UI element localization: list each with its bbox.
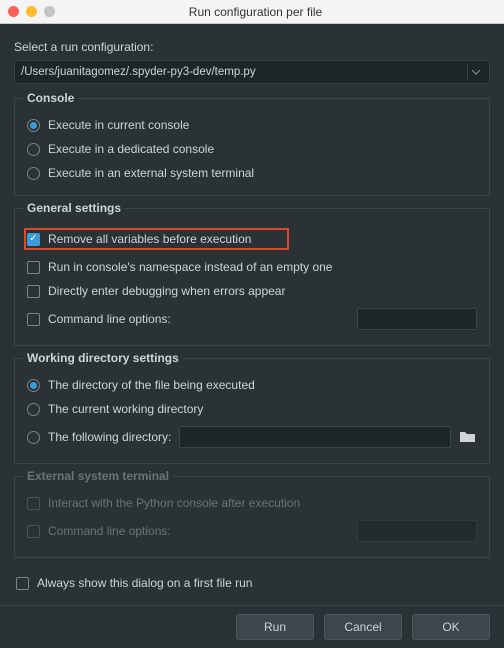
- radio-icon: [27, 379, 40, 392]
- ok-button[interactable]: OK: [412, 614, 490, 640]
- radio-file-dir[interactable]: The directory of the file being executed: [27, 373, 477, 397]
- checkbox-interact-row: Interact with the Python console after e…: [27, 491, 477, 515]
- checkbox-icon: [27, 525, 40, 538]
- radio-icon: [27, 119, 40, 132]
- ext-cmdline-input: [357, 520, 477, 542]
- checkbox-label: Always show this dialog on a first file …: [37, 576, 252, 590]
- checkbox-label: Remove all variables before execution: [48, 232, 251, 246]
- checkbox-namespace-row[interactable]: Run in console's namespace instead of an…: [27, 255, 477, 279]
- radio-label: The directory of the file being executed: [48, 378, 255, 392]
- select-label: Select a run configuration:: [14, 40, 490, 54]
- checkbox-ext-cmdline-row: Command line options:: [27, 515, 477, 547]
- highlight-box: Remove all variables before execution: [24, 228, 289, 250]
- external-group: External system terminal Interact with t…: [14, 476, 490, 558]
- general-group: General settings Remove all variables be…: [14, 208, 490, 346]
- checkbox-remove-vars[interactable]: [27, 233, 40, 246]
- run-button[interactable]: Run: [236, 614, 314, 640]
- checkbox-always-show-row[interactable]: Always show this dialog on a first file …: [14, 570, 490, 604]
- dropdown-value: /Users/juanitagomez/.spyder-py3-dev/temp…: [21, 66, 467, 78]
- cancel-button[interactable]: Cancel: [324, 614, 402, 640]
- checkbox-label: Run in console's namespace instead of an…: [48, 260, 332, 274]
- chevron-down-icon: [467, 64, 483, 80]
- console-title: Console: [23, 91, 78, 105]
- radio-following-dir[interactable]: [27, 431, 40, 444]
- run-config-dropdown[interactable]: /Users/juanitagomez/.spyder-py3-dev/temp…: [14, 60, 490, 84]
- checkbox-cmdline-row: Command line options:: [27, 303, 477, 335]
- radio-icon: [27, 403, 40, 416]
- radio-label: The following directory:: [48, 430, 171, 444]
- checkbox-icon: [27, 261, 40, 274]
- checkbox-icon: [27, 497, 40, 510]
- checkbox-icon: [16, 577, 29, 590]
- radio-external-terminal[interactable]: Execute in an external system terminal: [27, 161, 477, 185]
- checkbox-icon: [27, 285, 40, 298]
- workdir-group: Working directory settings The directory…: [14, 358, 490, 464]
- radio-following-dir-row: The following directory:: [27, 421, 477, 453]
- button-bar: Run Cancel OK: [0, 605, 504, 648]
- checkbox-debug-errors-row[interactable]: Directly enter debugging when errors app…: [27, 279, 477, 303]
- checkbox-cmdline[interactable]: [27, 313, 40, 326]
- window-title: Run configuration per file: [15, 5, 496, 19]
- checkbox-label: Directly enter debugging when errors app…: [48, 284, 285, 298]
- radio-label: Execute in a dedicated console: [48, 142, 214, 156]
- checkbox-label: Command line options:: [48, 524, 171, 538]
- radio-current-console[interactable]: Execute in current console: [27, 113, 477, 137]
- titlebar: Run configuration per file: [0, 0, 504, 24]
- console-group: Console Execute in current console Execu…: [14, 98, 490, 196]
- general-title: General settings: [23, 201, 125, 215]
- checkbox-label: Interact with the Python console after e…: [48, 496, 300, 510]
- radio-dedicated-console[interactable]: Execute in a dedicated console: [27, 137, 477, 161]
- radio-label: Execute in current console: [48, 118, 189, 132]
- radio-label: Execute in an external system terminal: [48, 166, 254, 180]
- radio-icon: [27, 167, 40, 180]
- folder-icon[interactable]: [459, 430, 477, 444]
- workdir-title: Working directory settings: [23, 351, 183, 365]
- radio-icon: [27, 143, 40, 156]
- radio-label: The current working directory: [48, 402, 203, 416]
- external-title: External system terminal: [23, 469, 173, 483]
- directory-input[interactable]: [179, 426, 451, 448]
- checkbox-label: Command line options:: [48, 312, 171, 326]
- cmdline-input[interactable]: [357, 308, 477, 330]
- radio-cwd[interactable]: The current working directory: [27, 397, 477, 421]
